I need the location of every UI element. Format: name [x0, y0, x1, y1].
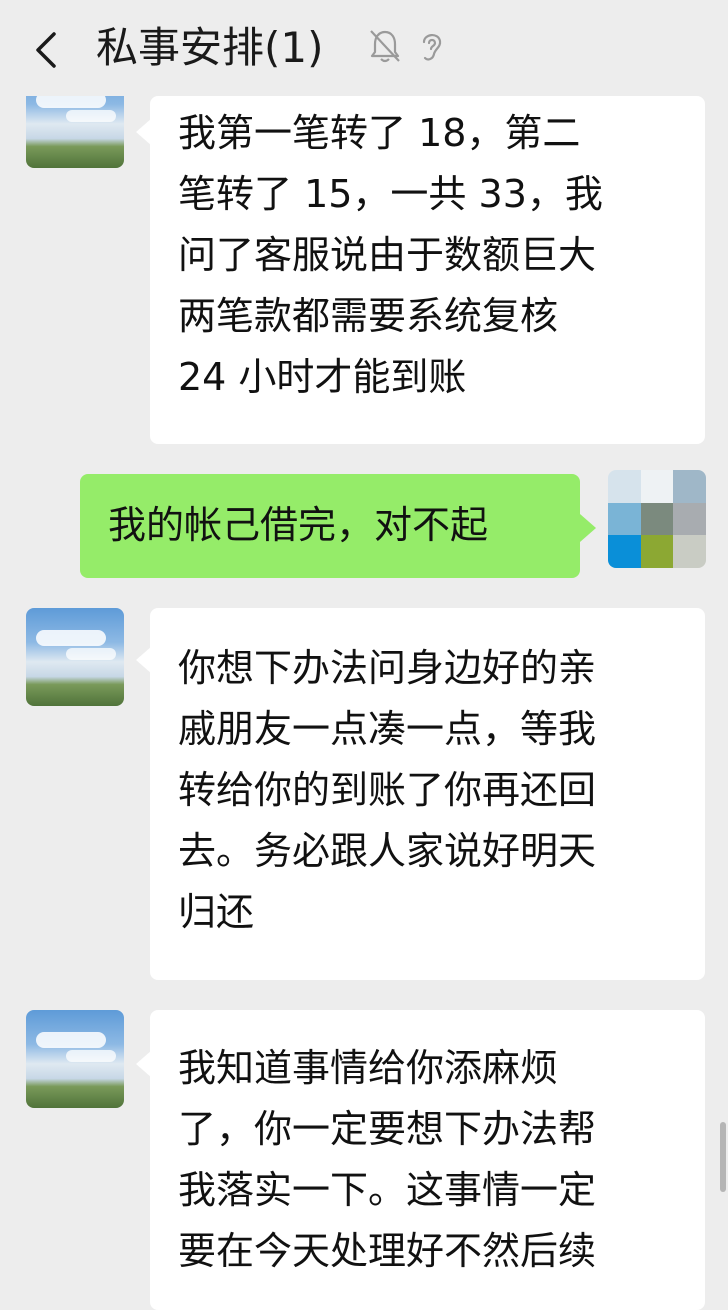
title-bar: 私事安排(1) — [0, 0, 728, 96]
message-line: 我落实一下。这事情一定 — [178, 1168, 597, 1212]
chat-area: 我第一笔转了 18，第二 笔转了 15，一共 33，我 问了客服说由于数额巨大 … — [0, 0, 728, 1310]
message-line: 两笔款都需要系统复核 — [178, 294, 559, 338]
message-line: 转给你的到账了你再还回 — [178, 768, 597, 812]
message-bubble-outgoing[interactable]: 我的帐己借完，对不起 — [80, 474, 580, 578]
contact-avatar[interactable] — [26, 1010, 124, 1108]
message-line: 去。务必跟人家说好明天 — [178, 829, 597, 873]
message-bubble-incoming[interactable]: 我知道事情给你添麻烦 了，你一定要想下办法帮 我落实一下。这事情一定 要在今天处… — [150, 1010, 705, 1310]
message-line: 我知道事情给你添麻烦 — [178, 1046, 559, 1090]
user-avatar[interactable] — [608, 470, 706, 568]
message-line: 我的帐己借完，对不起 — [108, 503, 489, 547]
message-line: 问了客服说由于数额巨大 — [178, 233, 597, 277]
contact-avatar[interactable] — [26, 608, 124, 706]
message-line: 归还 — [178, 890, 255, 934]
message-line: 24 小时才能到账 — [178, 355, 467, 399]
message-line: 要在今天处理好不然后续 — [178, 1229, 597, 1273]
scrollbar[interactable] — [720, 1122, 726, 1192]
message-line: 了，你一定要想下办法帮 — [178, 1107, 597, 1151]
message-bubble-incoming[interactable]: 你想下办法问身边好的亲 戚朋友一点凑一点，等我 转给你的到账了你再还回 去。务必… — [150, 608, 705, 980]
message-line: 笔转了 15，一共 33，我 — [178, 172, 603, 216]
message-line: 戚朋友一点凑一点，等我 — [178, 707, 597, 751]
bell-off-icon — [370, 30, 400, 63]
message-line: 我第一笔转了 18，第二 — [178, 111, 581, 155]
ear-icon — [422, 34, 442, 61]
chevron-left-icon[interactable] — [28, 30, 68, 70]
message-line: 你想下办法问身边好的亲 — [178, 646, 597, 690]
chat-title: 私事安排(1) — [96, 23, 324, 72]
message-bubble-incoming[interactable]: 我第一笔转了 18，第二 笔转了 15，一共 33，我 问了客服说由于数额巨大 … — [150, 96, 705, 444]
